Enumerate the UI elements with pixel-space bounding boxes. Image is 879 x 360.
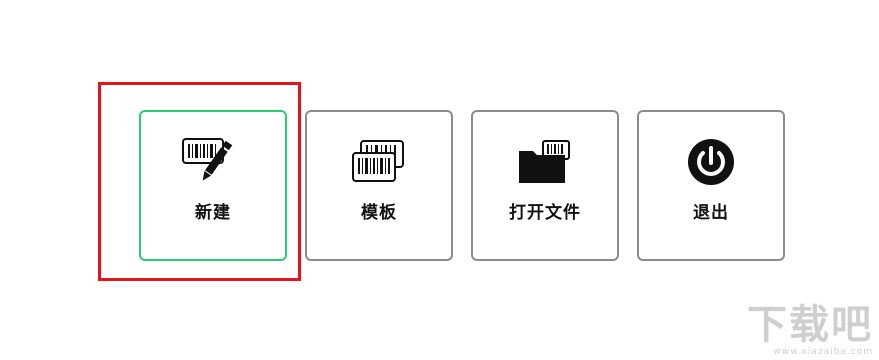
new-label: 新建 xyxy=(195,203,231,223)
watermark-main: 下载吧 xyxy=(747,302,873,348)
folder-barcode-icon xyxy=(473,136,617,188)
power-icon xyxy=(639,136,783,188)
barcode-pencil-icon xyxy=(141,136,285,188)
exit-button[interactable]: 退出 xyxy=(637,110,785,261)
app-window: 新建 模板 打开文件 退出 下载吧 www.xiazaiba.com xyxy=(0,0,879,360)
template-label: 模板 xyxy=(361,203,397,223)
barcode-stack-icon xyxy=(307,136,451,188)
watermark-url: www.xiazaiba.com xyxy=(773,347,873,357)
open-file-label: 打开文件 xyxy=(509,203,581,223)
exit-label: 退出 xyxy=(693,203,729,223)
new-button[interactable]: 新建 xyxy=(139,110,287,261)
watermark: 下载吧 www.xiazaiba.com xyxy=(747,303,873,358)
open-file-button[interactable]: 打开文件 xyxy=(471,110,619,261)
template-button[interactable]: 模板 xyxy=(305,110,453,261)
